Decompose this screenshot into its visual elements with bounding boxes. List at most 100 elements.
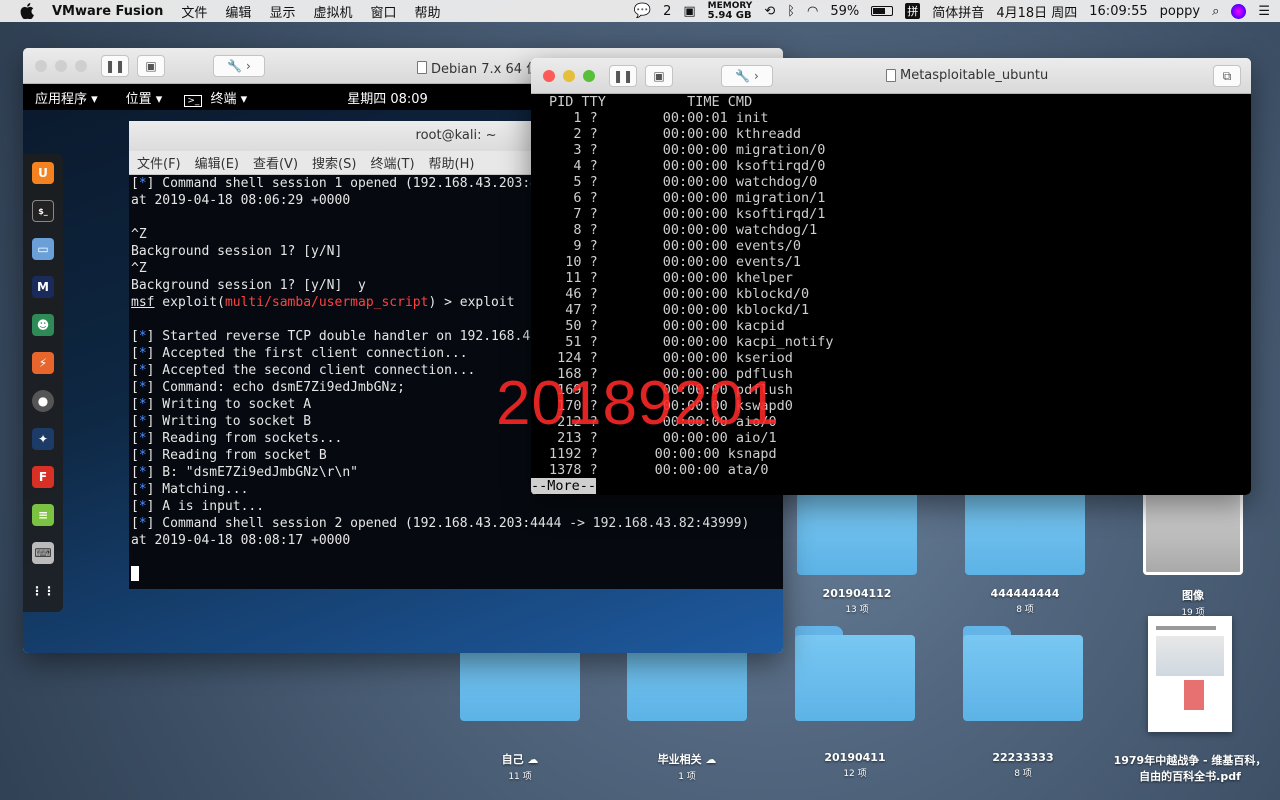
user-name[interactable]: poppy bbox=[1160, 4, 1200, 19]
spotlight-icon[interactable]: ⌕ bbox=[1212, 4, 1219, 19]
ps-row: 46 ? 00:00:00 kblockd/0 bbox=[549, 286, 810, 302]
files-icon[interactable]: ▭ bbox=[32, 238, 54, 260]
term-menu-search[interactable]: 搜索(S) bbox=[312, 153, 356, 172]
time-machine-icon[interactable]: ⟲ bbox=[764, 4, 775, 19]
terminal-text: at 2019-04-18 08:06:29 +0000 bbox=[131, 193, 351, 208]
folder-count: 8 项 bbox=[1016, 605, 1034, 615]
menu-window[interactable]: 窗口 bbox=[370, 2, 396, 21]
ps-row: 1378 ? 00:00:00 ata/0 bbox=[549, 462, 769, 478]
ime-icon[interactable]: 拼 bbox=[905, 3, 921, 19]
terminal-text: Reading from socket B bbox=[154, 448, 327, 463]
gnome-places-menu[interactable]: 位置 ▾ bbox=[126, 88, 163, 107]
terminal-dock-icon[interactable]: $_ bbox=[32, 200, 54, 222]
zoom-button[interactable] bbox=[583, 70, 595, 82]
terminal-line bbox=[131, 566, 783, 583]
leafpad-icon[interactable]: ≡ bbox=[32, 504, 54, 526]
folder-count: 11 项 bbox=[508, 772, 532, 782]
desktop-folder-444444444[interactable]: 444444444 8 项 bbox=[960, 480, 1090, 615]
desktop-folder-22233333[interactable]: 22233333 8 项 bbox=[958, 626, 1088, 779]
wifi-icon[interactable]: ◠ bbox=[807, 4, 818, 19]
menu-help[interactable]: 帮助 bbox=[414, 2, 440, 21]
folder-label: 22233333 bbox=[992, 751, 1054, 764]
ps-row: 8 ? 00:00:00 watchdog/1 bbox=[549, 222, 818, 238]
menu-vm[interactable]: 虚拟机 bbox=[313, 2, 352, 21]
menu-view[interactable]: 显示 bbox=[269, 2, 295, 21]
ps-row: 2 ? 00:00:00 kthreadd bbox=[549, 126, 801, 142]
snapshot-button[interactable]: ▣ bbox=[645, 65, 673, 87]
prompt-command: ) > exploit bbox=[428, 295, 515, 310]
app-name[interactable]: VMware Fusion bbox=[52, 4, 163, 19]
more-prompt: --More-- bbox=[531, 478, 597, 494]
desktop-folder-20190411[interactable]: 20190411 12 项 bbox=[790, 626, 920, 779]
gnome-applications-menu[interactable]: 应用程序 ▾ bbox=[35, 88, 98, 107]
terminal-text: ^Z bbox=[131, 261, 147, 276]
armitage-icon[interactable]: ☻ bbox=[32, 314, 54, 336]
show-apps-icon[interactable]: ⋮⋮ bbox=[31, 580, 55, 602]
firefox-icon[interactable]: U bbox=[32, 162, 54, 184]
memory-status[interactable]: MEMORY 5.94 GB bbox=[708, 2, 753, 21]
prompt-module: multi/samba/usermap_script bbox=[224, 295, 429, 310]
close-button[interactable] bbox=[543, 70, 555, 82]
minimize-button[interactable] bbox=[55, 60, 67, 72]
desktop-folder-images[interactable]: 图像 19 项 bbox=[1128, 480, 1258, 618]
ps-row: 50 ? 00:00:00 kacpid bbox=[549, 318, 785, 334]
menu-edit[interactable]: 编辑 bbox=[225, 2, 251, 21]
terminal-text: Accepted the second client connection... bbox=[154, 363, 476, 378]
wechat-icon[interactable]: 💬 bbox=[634, 3, 651, 19]
burpsuite-icon[interactable]: ⚡ bbox=[32, 352, 54, 374]
battery-percent: 59% bbox=[830, 3, 860, 19]
window-title: Metasploitable_ubuntu bbox=[900, 68, 1049, 83]
fullscreen-button[interactable]: ⧉ bbox=[1213, 65, 1241, 87]
status-star: * bbox=[138, 414, 147, 429]
term-menu-terminal[interactable]: 终端(T) bbox=[370, 153, 414, 172]
faraday-icon[interactable]: F bbox=[32, 466, 54, 488]
ps-row: 4 ? 00:00:00 ksoftirqd/0 bbox=[549, 158, 826, 174]
memory-icon[interactable]: ▣ bbox=[683, 4, 695, 19]
term-menu-edit[interactable]: 编辑(E) bbox=[195, 153, 239, 172]
folder-label: 图像 bbox=[1182, 589, 1204, 602]
pause-button[interactable]: ❚❚ bbox=[609, 65, 637, 87]
maltego-icon[interactable]: ● bbox=[32, 390, 54, 412]
gnome-clock[interactable]: 星期四 08:09 bbox=[347, 88, 428, 107]
siri-icon[interactable] bbox=[1231, 3, 1247, 19]
bracket: [ bbox=[131, 329, 139, 344]
terminal-text: Accepted the first client connection... bbox=[154, 346, 468, 361]
bluetooth-icon[interactable]: ᛒ bbox=[787, 4, 795, 19]
snapshot-button[interactable]: ▣ bbox=[137, 55, 165, 77]
minimize-button[interactable] bbox=[563, 70, 575, 82]
battery-icon[interactable] bbox=[871, 6, 894, 16]
beef-icon[interactable]: ✦ bbox=[32, 428, 54, 450]
notification-center-icon[interactable]: ☰ bbox=[1258, 4, 1270, 19]
desktop-pdf-file[interactable]: 1979年中越战争 - 维基百科，自由的百科全书.pdf bbox=[1110, 616, 1270, 784]
settings-wrench-button[interactable]: 🔧 › bbox=[721, 65, 773, 87]
terminal-text: Reading from sockets... bbox=[154, 431, 343, 446]
ps-row: 7 ? 00:00:00 ksoftirqd/1 bbox=[549, 206, 826, 222]
pause-button[interactable]: ❚❚ bbox=[101, 55, 129, 77]
bracket: [ bbox=[131, 516, 139, 531]
status-star: * bbox=[138, 499, 147, 514]
settings-wrench-button[interactable]: 🔧 › bbox=[213, 55, 265, 77]
status-star: * bbox=[138, 465, 147, 480]
clock[interactable]: 16:09:55 bbox=[1089, 4, 1147, 19]
apple-icon[interactable] bbox=[18, 2, 36, 20]
close-button[interactable] bbox=[35, 60, 47, 72]
bracket: [ bbox=[131, 482, 139, 497]
term-menu-view[interactable]: 查看(V) bbox=[253, 153, 298, 172]
menu-file[interactable]: 文件 bbox=[181, 2, 207, 21]
keyboard-icon[interactable]: ⌨ bbox=[32, 542, 54, 564]
desktop-folder-201904112[interactable]: 201904112 13 项 bbox=[792, 480, 922, 615]
term-menu-help[interactable]: 帮助(H) bbox=[429, 153, 475, 172]
terminal-icon: >_ bbox=[184, 94, 203, 107]
term-menu-file[interactable]: 文件(F) bbox=[137, 153, 181, 172]
bracket: [ bbox=[131, 448, 139, 463]
metasploit-icon[interactable]: M bbox=[32, 276, 54, 298]
status-star: * bbox=[138, 448, 147, 463]
meta-titlebar[interactable]: ❚❚ ▣ 🔧 › Metasploitable_ubuntu ⧉ bbox=[531, 58, 1251, 94]
ime-label[interactable]: 简体拼音 bbox=[932, 2, 984, 21]
gnome-terminal-menu[interactable]: >_ 终端 ▾ bbox=[184, 88, 247, 107]
prompt-exploit: exploit( bbox=[154, 295, 225, 310]
zoom-button[interactable] bbox=[75, 60, 87, 72]
status-star: * bbox=[138, 329, 147, 344]
